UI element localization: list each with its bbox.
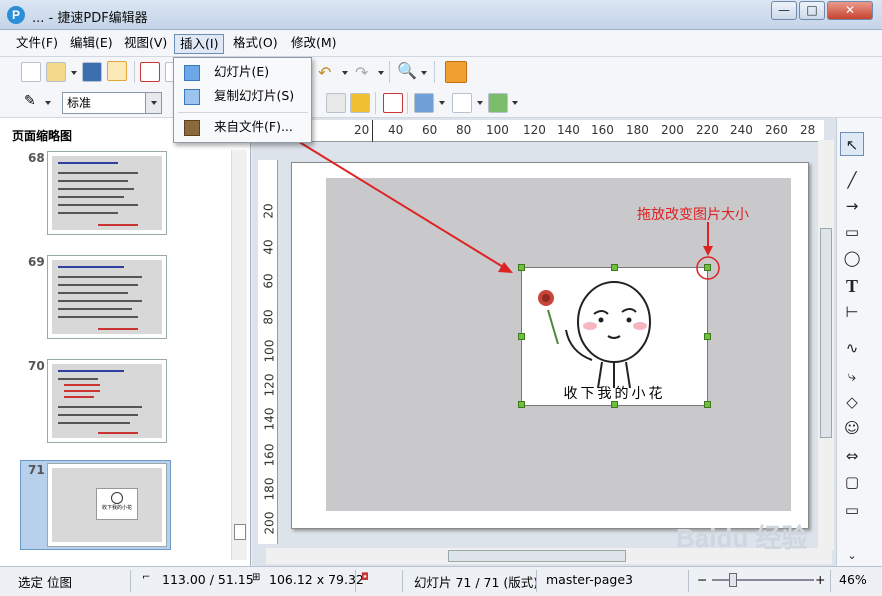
zoom-slider-track[interactable] [712,579,814,581]
callout-icon[interactable]: ▭ [840,498,864,522]
flowchart-icon[interactable]: ▢ [840,470,864,494]
vertical-scroll-thumb[interactable] [820,228,832,438]
watermark-text: Baidu 经验 [676,523,808,553]
status-selection: 选定 位图 [18,575,72,590]
zoom-slider-thumb[interactable] [729,573,737,587]
symbol-shapes-icon[interactable]: ☺ [840,416,864,440]
zoom-in-icon[interactable]: + [815,572,825,587]
position-icon: ⌐ [142,572,151,583]
menu-item-duplicate-slide[interactable]: 复制幻灯片(S) [174,85,311,109]
annotation-overlay [295,139,720,280]
menu-item-slide[interactable]: 幻灯片(E) [174,61,311,85]
arrow-tool-icon[interactable]: → [840,194,864,218]
status-slide: 幻灯片 71 / 71 (版式) [414,575,539,590]
menu-separator [178,112,308,113]
connector-tool-icon[interactable]: ⤷ [840,364,864,388]
dimension-tool-icon[interactable]: ⊢ [840,300,864,324]
curve-tool-icon[interactable]: ∿ [840,336,864,360]
horizontal-scroll-thumb[interactable] [448,550,626,562]
status-master: master-page3 [546,572,633,587]
select-pointer-icon[interactable]: ↖ [840,132,864,156]
ellipse-tool-icon[interactable]: ◯ [840,246,864,270]
status-position: 113.00 / 51.15 [162,572,254,587]
block-arrows-icon[interactable]: ⇔ [840,444,864,468]
rectangle-tool-icon[interactable]: ▭ [840,220,864,244]
status-zoom: 46% [839,572,867,587]
line-tool-icon[interactable]: ╱ [840,168,864,192]
annotation-arrow [295,139,509,271]
zoom-out-icon[interactable]: − [697,572,707,587]
basic-shapes-icon[interactable]: ◇ [840,390,864,414]
highlight-circle [696,256,720,280]
size-icon: ⊞ [252,572,261,583]
menu-item-from-file[interactable]: 来自文件(F)... [174,116,311,140]
slide-icon [184,65,200,81]
arrow-head-icon [498,262,513,273]
insert-menu-dropdown: 幻灯片(E) 复制幻灯片(S) 来自文件(F)... [173,57,312,143]
text-tool-icon[interactable]: T [840,274,864,298]
status-bar: 选定 位图 ⌐ 113.00 / 51.15 ⊞ 106.12 x 79.32 … [0,566,882,596]
duplicate-slide-icon [184,89,200,105]
arrow-head-icon [703,246,713,256]
modified-icon: ◘ [361,572,369,583]
image-file-icon [184,120,200,136]
status-size: 106.12 x 79.32 [269,572,364,587]
chevron-down-icon[interactable]: ⌄ [840,544,864,568]
